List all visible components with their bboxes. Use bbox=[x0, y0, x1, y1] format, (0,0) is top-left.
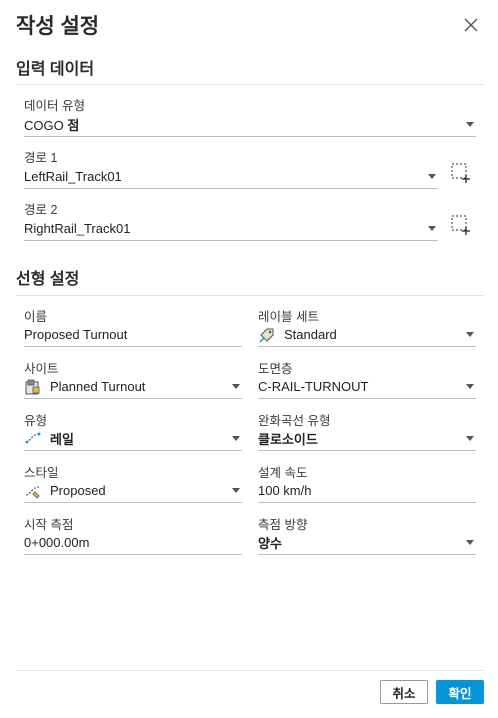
path1-label: 경로 1 bbox=[24, 151, 58, 165]
select-from-drawing-icon[interactable] bbox=[450, 162, 472, 184]
name-input[interactable]: Proposed Turnout bbox=[24, 323, 242, 347]
section-divider bbox=[16, 84, 484, 85]
name-value: Proposed Turnout bbox=[24, 327, 128, 342]
style-value: Proposed bbox=[50, 483, 106, 498]
layer-dropdown[interactable]: C-RAIL-TURNOUT bbox=[258, 375, 476, 399]
rail-alignment-icon bbox=[25, 432, 41, 443]
site-value: Planned Turnout bbox=[50, 379, 146, 394]
style-dropdown[interactable]: Proposed bbox=[24, 479, 242, 503]
chevron-down-icon bbox=[232, 488, 240, 493]
design-speed-input[interactable]: 100 km/h bbox=[258, 479, 476, 503]
chevron-down-icon bbox=[466, 332, 474, 337]
site-dropdown[interactable]: Planned Turnout bbox=[24, 375, 242, 399]
type-value: 레일 bbox=[50, 432, 74, 447]
chevron-down-icon bbox=[466, 540, 474, 545]
start-station-value: 0+000.00m bbox=[24, 535, 90, 550]
path1-dropdown[interactable]: LeftRail_Track01 bbox=[24, 165, 438, 189]
section-alignment-settings: 선형 설정 bbox=[16, 271, 80, 288]
layer-value: C-RAIL-TURNOUT bbox=[258, 379, 369, 394]
chevron-down-icon bbox=[232, 384, 240, 389]
label-tag-icon bbox=[259, 328, 274, 342]
design-speed-value: 100 km/h bbox=[258, 483, 312, 498]
label-set-value: Standard bbox=[284, 327, 337, 342]
spiral-type-dropdown[interactable]: 클로소이드 bbox=[258, 427, 476, 451]
station-direction-value: 양수 bbox=[258, 536, 282, 551]
chevron-down-icon bbox=[428, 174, 436, 179]
data-type-dropdown[interactable]: COGO 점 bbox=[24, 113, 476, 137]
chevron-down-icon bbox=[466, 122, 474, 127]
label-set-dropdown[interactable]: Standard bbox=[258, 323, 476, 347]
chevron-down-icon bbox=[428, 226, 436, 231]
path2-value: RightRail_Track01 bbox=[24, 221, 131, 236]
select-from-drawing-icon[interactable] bbox=[450, 214, 472, 236]
dialog-title: 작성 설정 bbox=[16, 15, 100, 38]
section-input-data: 입력 데이터 bbox=[16, 61, 95, 78]
data-type-value-bold: 점 bbox=[67, 118, 80, 133]
footer-divider bbox=[16, 670, 484, 671]
ok-button[interactable]: 확인 bbox=[436, 680, 484, 704]
close-icon[interactable] bbox=[460, 14, 482, 36]
station-direction-dropdown[interactable]: 양수 bbox=[258, 531, 476, 555]
chevron-down-icon bbox=[466, 384, 474, 389]
cancel-button[interactable]: 취소 bbox=[380, 680, 428, 704]
data-type-value-prefix: COGO bbox=[24, 118, 64, 133]
spiral-type-value: 클로소이드 bbox=[258, 432, 318, 447]
data-type-label: 데이터 유형 bbox=[24, 99, 85, 113]
site-icon bbox=[25, 379, 40, 394]
path1-value: LeftRail_Track01 bbox=[24, 169, 122, 184]
chevron-down-icon bbox=[232, 436, 240, 441]
section-divider bbox=[16, 295, 484, 296]
start-station-input[interactable]: 0+000.00m bbox=[24, 531, 242, 555]
type-dropdown[interactable]: 레일 bbox=[24, 427, 242, 451]
chevron-down-icon bbox=[466, 436, 474, 441]
alignment-style-icon bbox=[25, 485, 40, 499]
path2-label: 경로 2 bbox=[24, 203, 58, 217]
path2-dropdown[interactable]: RightRail_Track01 bbox=[24, 217, 438, 241]
